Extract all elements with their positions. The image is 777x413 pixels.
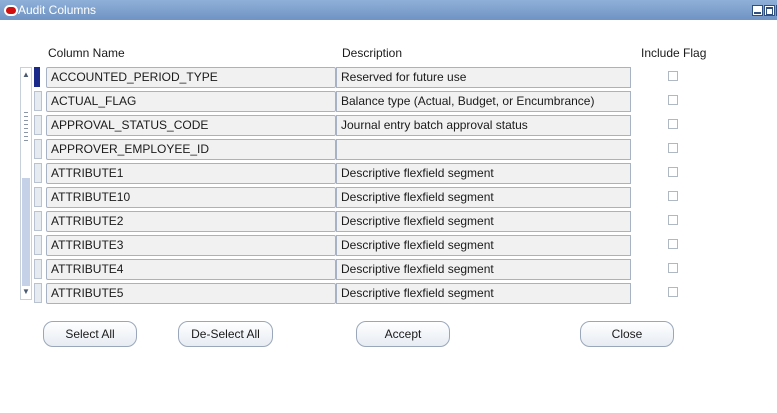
include-flag-checkbox[interactable]: [668, 71, 678, 81]
scroll-thumb[interactable]: [22, 178, 30, 286]
row-selector[interactable]: [34, 67, 40, 87]
row-selector[interactable]: [34, 283, 42, 303]
column-name-cell[interactable]: ACCOUNTED_PERIOD_TYPE: [46, 67, 336, 88]
include-flag-checkbox[interactable]: [668, 239, 678, 249]
row-selector[interactable]: [34, 211, 42, 231]
include-flag-checkbox[interactable]: [668, 143, 678, 153]
column-name-cell[interactable]: ATTRIBUTE3: [46, 235, 336, 256]
description-cell[interactable]: Descriptive flexfield segment: [336, 283, 631, 304]
column-name-cell[interactable]: ATTRIBUTE4: [46, 259, 336, 280]
include-flag-checkbox[interactable]: [668, 215, 678, 225]
include-flag-header: Include Flag: [641, 46, 707, 60]
include-flag-checkbox[interactable]: [668, 95, 678, 105]
row-selector[interactable]: [34, 259, 42, 279]
row-selector[interactable]: [34, 163, 42, 183]
maximize-icon[interactable]: [764, 5, 775, 16]
scroll-up-arrow-icon[interactable]: ▲: [22, 70, 30, 80]
description-cell[interactable]: Descriptive flexfield segment: [336, 163, 631, 184]
row-selector[interactable]: [34, 139, 42, 159]
include-flag-checkbox[interactable]: [668, 119, 678, 129]
oracle-logo-icon: [4, 5, 18, 16]
row-selector[interactable]: [34, 91, 42, 111]
row-selector[interactable]: [34, 115, 42, 135]
audit-columns-window: Audit Columns Column Name Description In…: [0, 0, 777, 413]
description-cell[interactable]: Balance type (Actual, Budget, or Encumbr…: [336, 91, 631, 112]
description-header: Description: [342, 46, 403, 60]
vertical-scrollbar[interactable]: ▲ ▼: [20, 67, 32, 300]
description-cell[interactable]: Descriptive flexfield segment: [336, 235, 631, 256]
include-flag-checkbox[interactable]: [668, 287, 678, 297]
description-cell[interactable]: Descriptive flexfield segment: [336, 187, 631, 208]
minimize-icon[interactable]: [752, 5, 763, 16]
accept-button[interactable]: Accept: [356, 321, 450, 347]
window-title: Audit Columns: [18, 3, 97, 17]
include-flag-checkbox[interactable]: [668, 263, 678, 273]
deselect-all-button[interactable]: De-Select All: [178, 321, 273, 347]
select-all-button[interactable]: Select All: [43, 321, 137, 347]
description-cell[interactable]: Reserved for future use: [336, 67, 631, 88]
description-cell[interactable]: Descriptive flexfield segment: [336, 259, 631, 280]
row-selector[interactable]: [34, 235, 42, 255]
description-cell[interactable]: Journal entry batch approval status: [336, 115, 631, 136]
column-name-cell[interactable]: ATTRIBUTE1: [46, 163, 336, 184]
title-bar[interactable]: Audit Columns: [0, 0, 777, 20]
column-name-cell[interactable]: ATTRIBUTE2: [46, 211, 336, 232]
scroll-down-arrow-icon[interactable]: ▼: [22, 287, 30, 297]
description-cell[interactable]: Descriptive flexfield segment: [336, 211, 631, 232]
include-flag-checkbox[interactable]: [668, 167, 678, 177]
description-cell[interactable]: [336, 139, 631, 160]
include-flag-checkbox[interactable]: [668, 191, 678, 201]
column-name-cell[interactable]: APPROVER_EMPLOYEE_ID: [46, 139, 336, 160]
column-name-cell[interactable]: ACTUAL_FLAG: [46, 91, 336, 112]
column-name-cell[interactable]: ATTRIBUTE10: [46, 187, 336, 208]
scrollbar-grip-icon: [24, 112, 28, 142]
column-name-cell[interactable]: APPROVAL_STATUS_CODE: [46, 115, 336, 136]
row-selector[interactable]: [34, 187, 42, 207]
column-name-header: Column Name: [48, 46, 125, 60]
close-button[interactable]: Close: [580, 321, 674, 347]
column-name-cell[interactable]: ATTRIBUTE5: [46, 283, 336, 304]
